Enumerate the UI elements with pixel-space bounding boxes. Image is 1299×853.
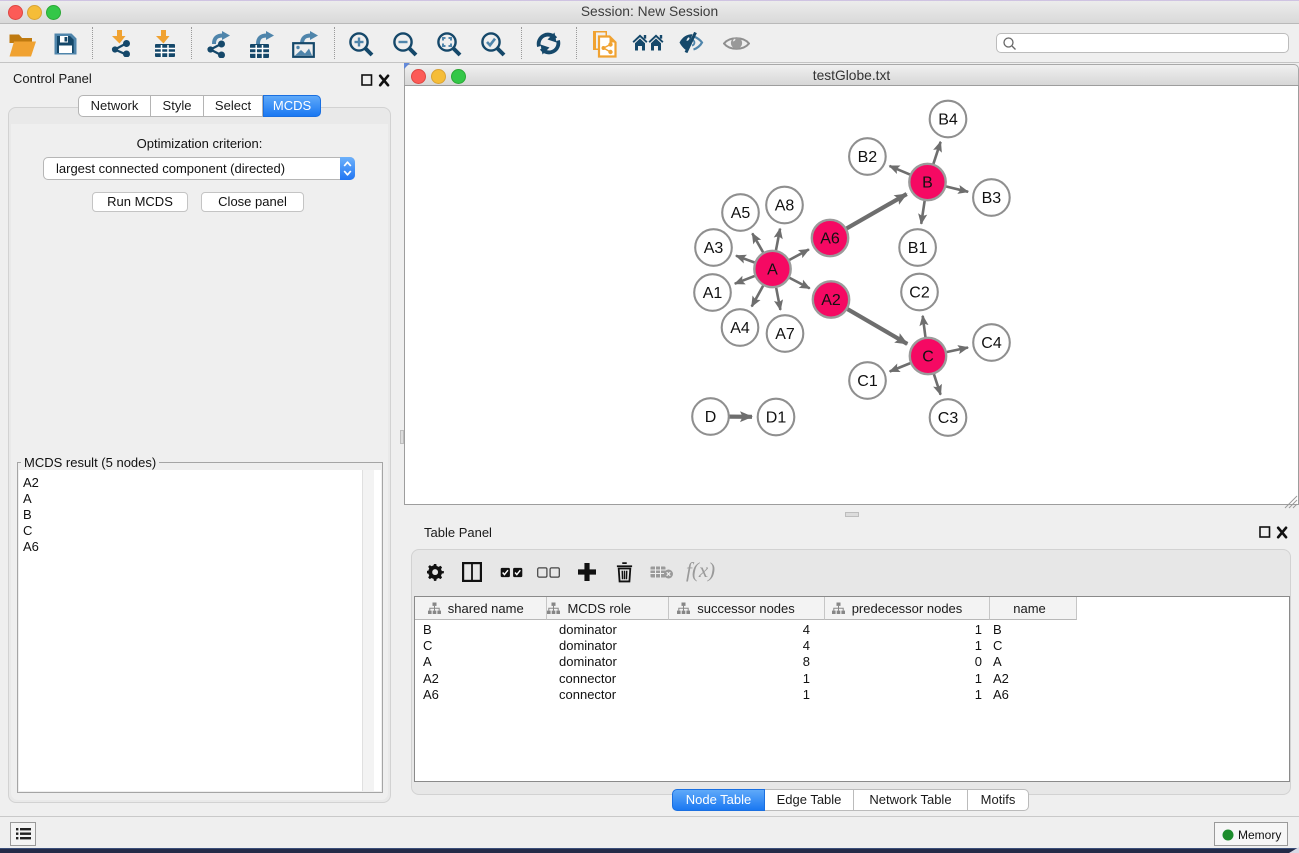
svg-text:B3: B3 <box>982 190 1002 207</box>
svg-text:D1: D1 <box>766 410 787 427</box>
svg-text:B4: B4 <box>938 112 958 129</box>
svg-text:C2: C2 <box>909 285 930 302</box>
svg-text:A5: A5 <box>731 205 751 222</box>
svg-text:B: B <box>922 175 933 192</box>
svg-text:A: A <box>767 262 778 279</box>
svg-text:A6: A6 <box>820 231 840 248</box>
svg-text:C1: C1 <box>857 373 878 390</box>
svg-text:C4: C4 <box>981 335 1002 352</box>
svg-text:C: C <box>922 349 934 366</box>
svg-text:D: D <box>705 409 717 426</box>
svg-text:A8: A8 <box>775 198 795 215</box>
svg-text:A1: A1 <box>703 285 723 302</box>
svg-text:B1: B1 <box>908 240 928 257</box>
svg-text:C3: C3 <box>938 410 959 427</box>
svg-text:A2: A2 <box>821 292 841 309</box>
svg-text:A3: A3 <box>704 240 724 257</box>
svg-text:B2: B2 <box>858 149 878 166</box>
svg-text:A7: A7 <box>775 326 795 343</box>
svg-text:A4: A4 <box>730 320 750 337</box>
